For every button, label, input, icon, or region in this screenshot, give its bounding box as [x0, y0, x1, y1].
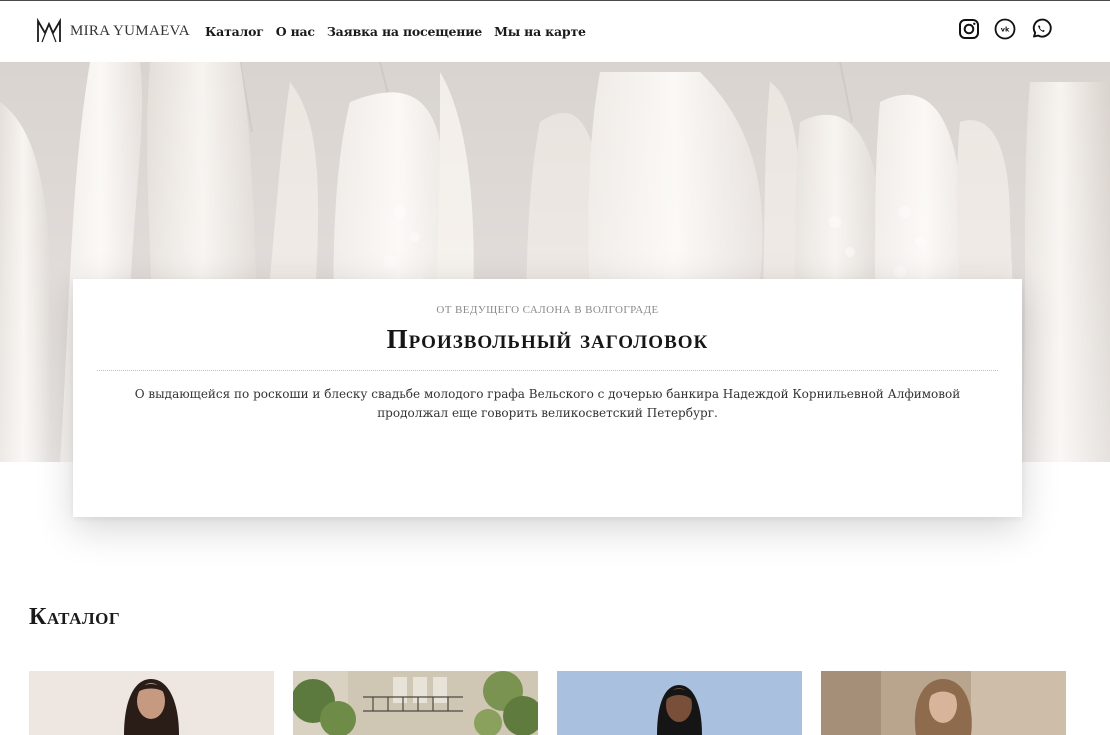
catalog-item-3[interactable] [557, 671, 802, 735]
model-portrait-3-image [821, 671, 1066, 735]
hero-divider [97, 370, 998, 371]
vk-icon[interactable]: vk [994, 18, 1016, 40]
nav-item-visit-request[interactable]: Заявка на посещение [327, 24, 482, 39]
social-links: vk [958, 18, 1052, 40]
nav-item-catalog[interactable]: Каталог [205, 24, 264, 39]
site-logo[interactable]: MIRA YUMAEVA [36, 17, 190, 45]
main-nav: Каталог О нас Заявка на посещение Мы на … [205, 24, 586, 39]
catalog-item-4[interactable] [821, 671, 1066, 735]
catalog-item-2[interactable] [293, 671, 538, 735]
hero-info-card: от ведущего салона в Волгограде Произвол… [73, 279, 1022, 517]
logo-text: MIRA YUMAEVA [70, 22, 190, 39]
nav-item-about[interactable]: О нас [276, 24, 315, 39]
logo-monogram-icon [37, 18, 61, 43]
hero-kicker: от ведущего салона в Волгограде [436, 304, 659, 316]
site-header: MIRA YUMAEVA Каталог О нас Заявка на пос… [0, 1, 1110, 62]
building-balcony-photo-image [293, 671, 538, 735]
svg-text:vk: vk [1001, 26, 1010, 34]
instagram-icon[interactable] [958, 18, 980, 40]
hero-description: О выдающейся по роскоши и блеску свадьбе… [134, 387, 961, 420]
model-portrait-2-image [557, 671, 802, 735]
hero-title: Произвольный заголовок [386, 324, 709, 354]
whatsapp-icon[interactable] [1030, 18, 1052, 40]
model-portrait-1-image [29, 671, 274, 735]
catalog-title: Каталог [29, 604, 121, 630]
nav-item-map[interactable]: Мы на карте [494, 24, 586, 39]
catalog-grid [29, 671, 1066, 735]
catalog-item-1[interactable] [29, 671, 274, 735]
